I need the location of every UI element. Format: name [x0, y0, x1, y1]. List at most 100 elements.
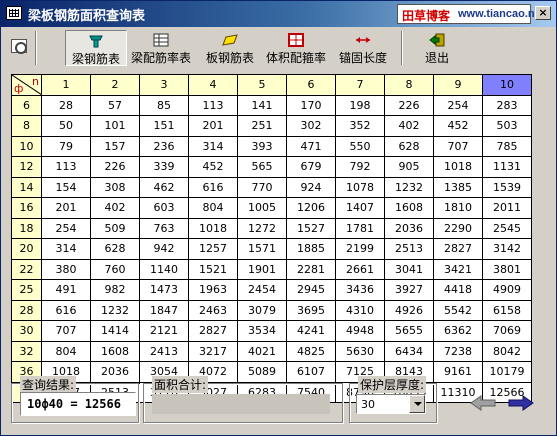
table-cell[interactable]: 1005: [237, 197, 287, 219]
table-cell[interactable]: 3801: [482, 258, 532, 280]
table-cell[interactable]: 1608: [384, 197, 434, 219]
table-cell[interactable]: 1414: [90, 320, 140, 342]
table-cell[interactable]: 4825: [286, 340, 336, 362]
table-cell[interactable]: 3695: [286, 299, 336, 321]
table-cell[interactable]: 1810: [433, 197, 483, 219]
column-header[interactable]: 5: [237, 74, 287, 96]
table-cell[interactable]: 6362: [433, 320, 483, 342]
table-cell[interactable]: 763: [139, 217, 189, 239]
table-cell[interactable]: 2463: [188, 299, 238, 321]
table-cell[interactable]: 393: [237, 135, 287, 157]
table-cell[interactable]: 785: [482, 135, 532, 157]
row-header[interactable]: 28: [11, 299, 42, 321]
table-cell[interactable]: 113: [41, 156, 91, 178]
table-cell[interactable]: 141: [237, 94, 287, 116]
table-cell[interactable]: 804: [188, 197, 238, 219]
table-cell[interactable]: 4021: [237, 340, 287, 362]
table-cell[interactable]: 503: [482, 115, 532, 137]
table-cell[interactable]: 226: [384, 94, 434, 116]
table-cell[interactable]: 1527: [286, 217, 336, 239]
table-cell[interactable]: 2036: [384, 217, 434, 239]
table-cell[interactable]: 3217: [188, 340, 238, 362]
table-cell[interactable]: 1272: [237, 217, 287, 239]
table-cell[interactable]: 4241: [286, 320, 336, 342]
table-cell[interactable]: 1257: [188, 238, 238, 260]
table-cell[interactable]: 380: [41, 258, 91, 280]
table-cell[interactable]: 804: [41, 340, 91, 362]
table-cell[interactable]: 308: [90, 176, 140, 198]
cover-thickness-select[interactable]: 30: [356, 394, 426, 414]
column-header[interactable]: 7: [335, 74, 385, 96]
table-cell[interactable]: 352: [335, 115, 385, 137]
column-header[interactable]: 2: [90, 74, 140, 96]
row-header[interactable]: 22: [11, 258, 42, 280]
table-cell[interactable]: 314: [188, 135, 238, 157]
table-cell[interactable]: 2121: [139, 320, 189, 342]
table-cell[interactable]: 3534: [237, 320, 287, 342]
table-cell[interactable]: 616: [188, 176, 238, 198]
table-cell[interactable]: 5630: [335, 340, 385, 362]
row-header[interactable]: 25: [11, 279, 42, 301]
table-cell[interactable]: 3421: [433, 258, 483, 280]
table-cell[interactable]: 2036: [90, 361, 140, 383]
area-sum-field[interactable]: [152, 394, 330, 414]
beam-ratio-button[interactable]: 梁配筋率表: [129, 30, 193, 66]
column-header[interactable]: 1: [41, 74, 91, 96]
table-cell[interactable]: 1078: [335, 176, 385, 198]
table-cell[interactable]: 5542: [433, 299, 483, 321]
table-cell[interactable]: 2827: [433, 238, 483, 260]
table-cell[interactable]: 1901: [237, 258, 287, 280]
table-cell[interactable]: 550: [335, 135, 385, 157]
anchorage-button[interactable]: 锚固长度: [335, 30, 391, 66]
table-cell[interactable]: 1131: [482, 156, 532, 178]
table-cell[interactable]: 5089: [237, 361, 287, 383]
row-header[interactable]: 30: [11, 320, 42, 342]
table-cell[interactable]: 760: [90, 258, 140, 280]
beam-rebar-button[interactable]: 梁钢筋表: [65, 30, 127, 66]
system-menu-icon[interactable]: [11, 39, 27, 54]
table-cell[interactable]: 79: [41, 135, 91, 157]
table-cell[interactable]: 4909: [482, 279, 532, 301]
table-cell[interactable]: 50: [41, 115, 91, 137]
table-cell[interactable]: 251: [237, 115, 287, 137]
table-cell[interactable]: 1885: [286, 238, 336, 260]
query-result-field[interactable]: 10ф40 = 12566: [20, 392, 136, 416]
column-header[interactable]: 4: [188, 74, 238, 96]
rebar-area-table[interactable]: n ф 1 2 3 4 5 6 7 8 9 10 6 28 57 85 113 141 170 198 226 254 28…: [11, 74, 532, 403]
table-cell[interactable]: 924: [286, 176, 336, 198]
table-cell[interactable]: 1847: [139, 299, 189, 321]
table-cell[interactable]: 1206: [286, 197, 336, 219]
next-arrow-icon[interactable]: [507, 393, 535, 413]
table-cell[interactable]: 707: [433, 135, 483, 157]
table-cell[interactable]: 3142: [482, 238, 532, 260]
table-cell[interactable]: 1018: [433, 156, 483, 178]
table-cell[interactable]: 151: [139, 115, 189, 137]
table-cell[interactable]: 1571: [237, 238, 287, 260]
table-cell[interactable]: 7238: [433, 340, 483, 362]
table-cell[interactable]: 226: [90, 156, 140, 178]
table-cell[interactable]: 254: [41, 217, 91, 239]
table-cell[interactable]: 254: [433, 94, 483, 116]
row-header[interactable]: 6: [11, 94, 42, 116]
table-cell[interactable]: 707: [41, 320, 91, 342]
table-cell[interactable]: 8042: [482, 340, 532, 362]
table-cell[interactable]: 616: [41, 299, 91, 321]
table-cell[interactable]: 57: [90, 94, 140, 116]
table-cell[interactable]: 3079: [237, 299, 287, 321]
table-cell[interactable]: 101: [90, 115, 140, 137]
table-cell[interactable]: 402: [384, 115, 434, 137]
column-header[interactable]: 10: [482, 74, 532, 96]
table-cell[interactable]: 565: [237, 156, 287, 178]
table-cell[interactable]: 452: [188, 156, 238, 178]
table-cell[interactable]: 462: [139, 176, 189, 198]
table-cell[interactable]: 628: [90, 238, 140, 260]
table-cell[interactable]: 1521: [188, 258, 238, 280]
table-cell[interactable]: 4418: [433, 279, 483, 301]
table-cell[interactable]: 1963: [188, 279, 238, 301]
title-bar[interactable]: 梁板钢筋面积查询表 田草博客 www.tiancao.net ×: [1, 1, 556, 27]
table-cell[interactable]: 770: [237, 176, 287, 198]
table-cell[interactable]: 1608: [90, 340, 140, 362]
row-header[interactable]: 18: [11, 217, 42, 239]
table-cell[interactable]: 314: [41, 238, 91, 260]
table-cell[interactable]: 9161: [433, 361, 483, 383]
